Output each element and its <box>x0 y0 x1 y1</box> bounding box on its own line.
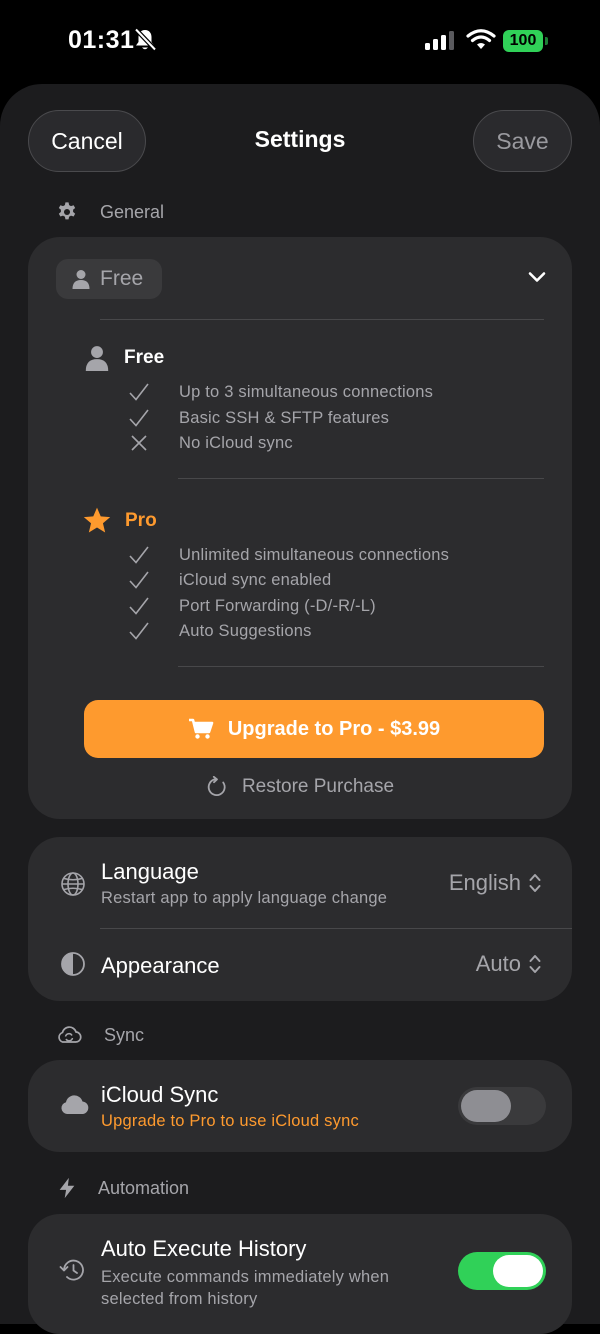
appearance-title: Appearance <box>101 953 220 978</box>
plan-feature-text: Auto Suggestions <box>179 621 312 640</box>
divider <box>100 319 544 320</box>
upgrade-button[interactable]: Upgrade to Pro - $3.99 <box>84 700 544 758</box>
restore-purchase-button[interactable]: Restore Purchase <box>28 772 572 802</box>
settings-sheet: Cancel Settings Save General Free Free U… <box>0 84 600 1334</box>
plan-feature-text: Up to 3 simultaneous connections <box>179 382 434 401</box>
status-time: 01:31 <box>68 26 135 54</box>
auto-execute-subtitle: Execute commands immediately when select… <box>101 1268 390 1308</box>
icloud-sync-title: iCloud Sync <box>101 1082 219 1107</box>
plan-selector-label: Free <box>100 267 144 290</box>
icloud-sync-icon <box>58 1026 82 1043</box>
section-label: General <box>100 201 165 222</box>
icloud-sync-toggle[interactable] <box>458 1087 546 1125</box>
section-header-general: General <box>56 197 164 227</box>
appearance-row[interactable]: Appearance Auto <box>28 929 572 1001</box>
free-plan-label: Free <box>124 347 165 368</box>
chevron-up-down-icon <box>529 955 541 973</box>
icloud-sync-subtitle: Upgrade to Pro to use iCloud sync <box>101 1112 359 1130</box>
toggle-knob <box>493 1255 543 1287</box>
person-icon <box>85 346 109 371</box>
preferences-card: Language Restart app to apply language c… <box>28 837 572 1001</box>
wifi-icon <box>466 29 496 56</box>
plan-feature: Auto Suggestions <box>128 619 312 643</box>
chevron-up-down-icon <box>529 874 541 892</box>
refresh-icon <box>207 776 226 796</box>
history-icon <box>59 1259 84 1281</box>
appearance-value: Auto <box>475 951 521 976</box>
plan-feature: Unlimited simultaneous connections <box>128 543 449 567</box>
plan-feature: iCloud sync enabled <box>128 568 331 592</box>
cart-icon <box>188 718 214 739</box>
bell-slash-icon <box>134 27 157 57</box>
section-header-sync: Sync <box>56 1020 144 1050</box>
bolt-icon <box>59 1177 75 1199</box>
plan-card: Free Free Up to 3 simultaneous connectio… <box>28 237 572 819</box>
appearance-picker[interactable]: Auto <box>476 951 542 977</box>
checkmark-icon <box>129 546 149 564</box>
divider <box>178 478 544 479</box>
section-label: Sync <box>104 1024 145 1045</box>
battery-icon: 100 <box>503 30 543 52</box>
language-title: Language <box>101 859 199 884</box>
section-header-automation: Automation <box>56 1173 189 1203</box>
pro-plan-title: Pro <box>83 507 157 534</box>
language-value: English <box>448 870 521 895</box>
checkmark-icon <box>129 383 149 401</box>
gear-icon <box>58 202 76 220</box>
contrast-icon <box>61 952 85 976</box>
plan-feature-text: Unlimited simultaneous connections <box>179 545 450 564</box>
checkmark-icon <box>129 597 149 615</box>
plan-feature-text: Port Forwarding (-D/-R/-L) <box>179 596 376 615</box>
section-label: Automation <box>98 1177 190 1198</box>
plan-feature: Port Forwarding (-D/-R/-L) <box>128 594 376 618</box>
language-picker[interactable]: English <box>449 870 542 896</box>
icloud-sync-card: iCloud Sync Upgrade to Pro to use iCloud… <box>28 1060 572 1152</box>
upgrade-button-label: Upgrade to Pro - $3.99 <box>227 717 441 740</box>
chevron-down-icon[interactable] <box>528 271 546 283</box>
status-bar: 01:31 100 <box>0 0 600 84</box>
plan-feature: Basic SSH & SFTP features <box>128 406 389 430</box>
xmark-icon <box>131 435 147 451</box>
battery-cap <box>545 37 548 45</box>
checkmark-icon <box>129 409 149 427</box>
checkmark-icon <box>129 622 149 640</box>
plan-selector[interactable]: Free <box>56 259 162 299</box>
free-plan-title: Free <box>84 345 164 371</box>
restore-purchase-label: Restore Purchase <box>241 776 395 797</box>
star-icon <box>83 507 111 533</box>
toggle-knob <box>461 1090 511 1122</box>
pro-plan-label: Pro <box>125 509 157 531</box>
plan-feature: No iCloud sync <box>128 431 293 455</box>
globe-icon <box>61 872 85 896</box>
divider <box>178 666 544 667</box>
auto-execute-title: Auto Execute History <box>101 1236 307 1261</box>
save-button[interactable]: Save <box>473 110 572 172</box>
plan-feature: Up to 3 simultaneous connections <box>128 380 433 404</box>
plan-feature-text: Basic SSH & SFTP features <box>179 408 390 427</box>
auto-execute-card: Auto Execute History Execute commands im… <box>28 1214 572 1334</box>
cellular-signal-icon <box>425 30 457 55</box>
plan-feature-text: No iCloud sync <box>179 433 293 452</box>
plan-feature-text: iCloud sync enabled <box>179 570 332 589</box>
auto-execute-toggle[interactable] <box>458 1252 546 1290</box>
checkmark-icon <box>129 571 149 589</box>
person-icon <box>72 270 90 289</box>
language-row[interactable]: Language Restart app to apply language c… <box>28 837 572 929</box>
cloud-icon <box>61 1095 89 1114</box>
language-subtitle: Restart app to apply language change <box>101 889 388 907</box>
